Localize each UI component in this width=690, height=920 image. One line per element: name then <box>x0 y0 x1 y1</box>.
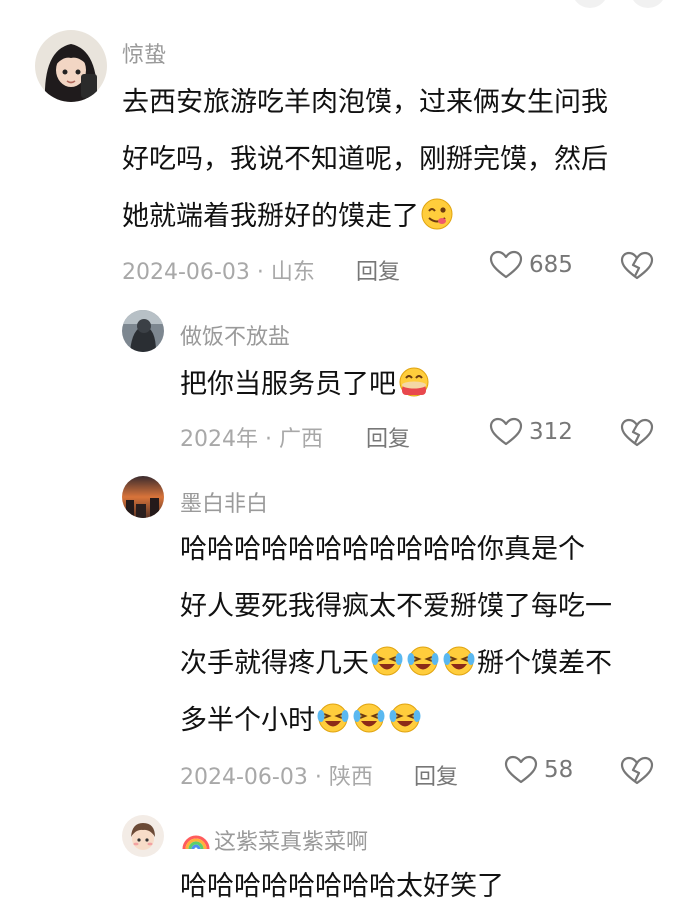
comment-line: 她就端着我掰好的馍走了 <box>122 201 419 232</box>
comment-line: 好吃吗，我说不知道呢，刚掰完馍，然后 <box>122 144 608 175</box>
avatar[interactable] <box>122 815 164 857</box>
dislike-button[interactable] <box>620 418 654 448</box>
comment-username[interactable]: 这紫菜真紫菜啊 <box>214 824 368 856</box>
comment-line: 哈哈哈哈哈哈哈哈哈哈哈你真是个 <box>180 534 585 565</box>
reply-button[interactable]: 回复 <box>356 254 400 286</box>
like-button[interactable]: 685 <box>489 250 573 280</box>
laughing-face-emoji <box>352 701 386 735</box>
comment-line: 去西安旅游吃羊肉泡馍，过来俩女生问我 <box>122 87 608 118</box>
dislike-button[interactable] <box>620 756 654 786</box>
avatar[interactable] <box>122 476 164 518</box>
laughing-face-emoji <box>388 701 422 735</box>
comment-meta: 2024-06-03 · 山东 <box>122 260 315 285</box>
broken-heart-icon <box>620 251 654 280</box>
like-count: 58 <box>544 757 574 783</box>
comment-line: 把你当服务员了吧 <box>180 369 396 400</box>
avatar[interactable] <box>122 310 164 352</box>
comment-line: 好人要死我得疯太不爱掰馍了每吃一 <box>180 591 612 622</box>
yum-face-emoji <box>420 197 454 231</box>
comment-line-with-emoji: 多半个小时 <box>180 692 655 749</box>
like-count: 685 <box>529 252 573 278</box>
comment-line: 掰个馍差不 <box>477 648 612 679</box>
top-button[interactable] <box>572 0 608 8</box>
comment-username-row[interactable]: 这紫菜真紫菜啊 <box>180 824 368 856</box>
top-actions <box>572 0 666 8</box>
comment-line-with-emoji: 她就端着我掰好的馍走了 <box>122 188 662 245</box>
comment-line-with-emoji: 把你当服务员了吧 <box>180 356 650 413</box>
laughing-face-emoji <box>406 644 440 678</box>
rainbow-emoji <box>181 825 211 855</box>
reply-button[interactable]: 回复 <box>366 421 410 453</box>
comment-text: 哈哈哈哈哈哈哈哈哈哈哈你真是个 好人要死我得疯太不爱掰馍了每吃一 次手就得疼几天… <box>180 521 655 749</box>
comment-meta: 2024年 · 广西 <box>180 427 323 452</box>
comment-text: 把你当服务员了吧 <box>180 356 650 413</box>
avatar[interactable] <box>35 30 107 102</box>
heart-outline-icon <box>489 250 523 279</box>
comment-username[interactable]: 墨白非白 <box>180 486 268 518</box>
like-button[interactable]: 312 <box>489 417 573 447</box>
comment-line: 次手就得疼几天 <box>180 648 369 679</box>
heart-outline-icon <box>489 417 523 446</box>
laughing-face-emoji <box>442 644 476 678</box>
comment-text: 去西安旅游吃羊肉泡馍，过来俩女生问我 好吃吗，我说不知道呢，刚掰完馍，然后 她就… <box>122 74 662 245</box>
comment-username[interactable]: 惊蛰 <box>122 37 166 69</box>
yum-face-emoji <box>397 365 431 399</box>
laughing-face-emoji <box>370 644 404 678</box>
comment-thread: 惊蛰 去西安旅游吃羊肉泡馍，过来俩女生问我 好吃吗，我说不知道呢，刚掰完馍，然后… <box>0 0 690 920</box>
comment-line-with-emoji: 次手就得疼几天 掰个馍差不 <box>180 635 655 692</box>
broken-heart-icon <box>620 418 654 447</box>
dislike-button[interactable] <box>620 251 654 281</box>
bottom-fade <box>0 894 690 920</box>
comment-meta: 2024-06-03 · 陕西 <box>180 765 373 790</box>
comment-line: 多半个小时 <box>180 705 315 736</box>
like-button[interactable]: 58 <box>504 755 573 785</box>
reply-button[interactable]: 回复 <box>414 759 458 791</box>
laughing-face-emoji <box>316 701 350 735</box>
broken-heart-icon <box>620 756 654 785</box>
like-count: 312 <box>529 419 573 445</box>
top-button[interactable] <box>630 0 666 8</box>
heart-outline-icon <box>504 755 538 784</box>
comment-username[interactable]: 做饭不放盐 <box>180 319 290 351</box>
